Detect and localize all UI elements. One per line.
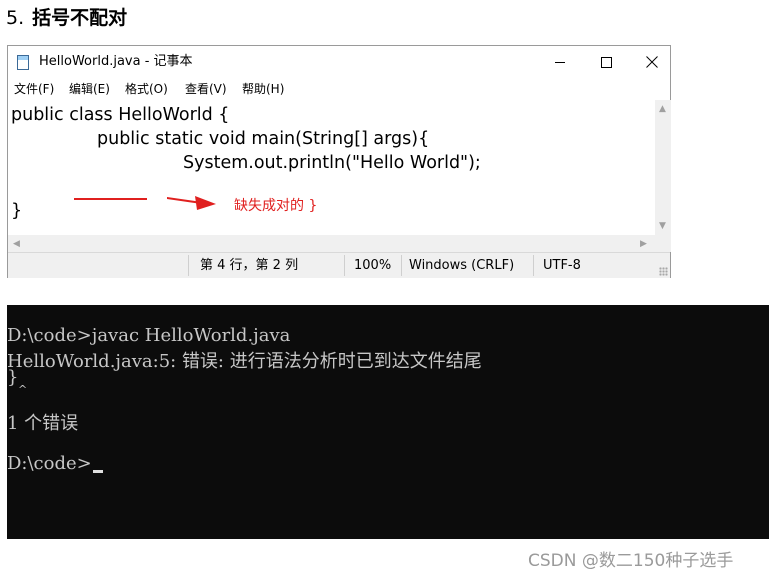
title-bar[interactable]: HelloWorld.java - 记事本 (8, 46, 670, 78)
status-divider (188, 255, 189, 276)
console-line: D:\code>javac HelloWorld.java (7, 325, 291, 346)
menu-view[interactable]: 查看(V) (185, 78, 227, 100)
annotation-arrow-head (195, 196, 216, 210)
menu-help[interactable]: 帮助(H) (242, 78, 284, 100)
menu-file[interactable]: 文件(F) (14, 78, 54, 100)
vertical-scrollbar[interactable]: ▲ ▼ (655, 100, 671, 235)
console-line: HelloWorld.java:5: 错误: 进行语法分析时已到达文件结尾 (7, 351, 482, 372)
notepad-window: HelloWorld.java - 记事本 文件(F) 编辑(E) 格式(O) … (7, 45, 671, 278)
status-divider (401, 255, 402, 276)
watermark: CSDN @数二150种子选手 (528, 551, 734, 571)
encoding: UTF-8 (543, 258, 581, 273)
maximize-icon (600, 56, 612, 68)
notepad-app-icon (17, 55, 29, 70)
status-bar: 第 4 行，第 2 列 100% Windows (CRLF) UTF-8 (8, 252, 670, 278)
editor-text-area[interactable]: public class HelloWorld { public static … (8, 100, 655, 235)
horizontal-scrollbar[interactable]: ◀ ▶ (8, 235, 655, 252)
code-line: System.out.println("Hello World"); (183, 153, 481, 173)
scrollbar-corner (655, 235, 671, 252)
close-button[interactable] (629, 46, 675, 78)
console-line: 1 个错误 (7, 413, 79, 434)
section-number: 5. (6, 7, 25, 29)
code-line: } (11, 201, 23, 221)
maximize-button[interactable] (583, 46, 629, 78)
scroll-down-icon[interactable]: ▼ (659, 221, 666, 231)
scroll-up-icon[interactable]: ▲ (659, 104, 666, 114)
window-title: HelloWorld.java - 记事本 (39, 54, 193, 69)
zoom-level: 100% (354, 258, 392, 273)
resize-grip[interactable] (659, 267, 668, 276)
scroll-left-icon[interactable]: ◀ (13, 239, 20, 249)
cursor-position: 第 4 行，第 2 列 (200, 258, 299, 273)
status-divider (533, 255, 534, 276)
menu-bar: 文件(F) 编辑(E) 格式(O) 查看(V) 帮助(H) (8, 78, 670, 100)
console-line: } (7, 367, 19, 388)
code-line: public static void main(String[] args){ (97, 129, 430, 149)
console-cursor (93, 470, 103, 473)
scroll-right-icon[interactable]: ▶ (640, 239, 647, 249)
menu-edit[interactable]: 编辑(E) (69, 78, 110, 100)
console-line: ^ (18, 383, 28, 396)
code-line: public class HelloWorld { (11, 105, 230, 125)
minimize-button[interactable] (537, 46, 583, 78)
line-ending: Windows (CRLF) (409, 258, 515, 273)
annotation-arrows (74, 196, 216, 210)
menu-format[interactable]: 格式(O) (125, 78, 168, 100)
close-icon (646, 56, 658, 68)
section-title: 括号不配对 (32, 7, 128, 29)
section-heading: 5. 括号不配对 (6, 4, 127, 32)
console-window[interactable]: D:\code>javac HelloWorld.java HelloWorld… (7, 305, 769, 539)
status-divider (344, 255, 345, 276)
console-prompt: D:\code> (7, 453, 92, 474)
missing-brace-annotation: 缺失成对的 } (234, 198, 318, 214)
minimize-icon (554, 61, 565, 63)
